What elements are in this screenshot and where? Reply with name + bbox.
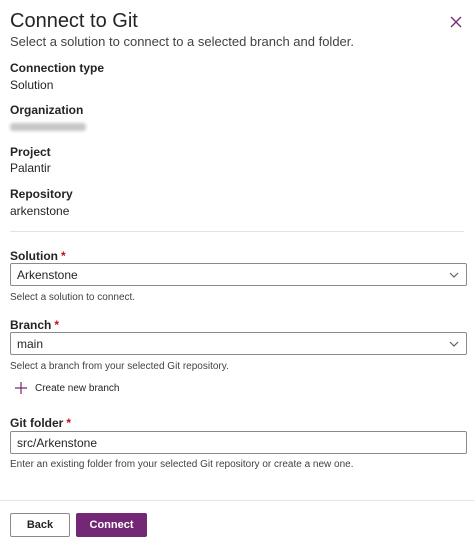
connect-button[interactable]: Connect — [76, 513, 147, 537]
required-marker: * — [54, 318, 60, 332]
plus-icon — [15, 382, 27, 394]
chevron-down-icon — [449, 341, 459, 347]
section-divider — [10, 231, 464, 232]
branch-selected-value: main — [17, 336, 44, 351]
create-new-branch-label: Create new branch — [35, 382, 120, 394]
close-button[interactable] — [447, 13, 465, 31]
branch-hint: Select a branch from your selected Git r… — [10, 361, 229, 372]
connection-type-label: Connection type — [10, 61, 105, 75]
repository-value: arkenstone — [10, 204, 70, 218]
git-folder-label: Git folder * — [10, 416, 72, 430]
required-marker: * — [66, 416, 72, 430]
connect-to-git-panel: Connect to Git Select a solution to conn… — [0, 0, 474, 545]
solution-dropdown[interactable]: Arkenstone — [10, 263, 467, 286]
git-folder-value: src/Arkenstone — [17, 435, 98, 450]
chevron-down-icon — [449, 272, 459, 278]
organization-label: Organization — [10, 103, 84, 117]
git-folder-input[interactable]: src/Arkenstone — [10, 431, 467, 454]
solution-selected-value: Arkenstone — [17, 267, 78, 282]
panel-subtitle: Select a solution to connect to a select… — [10, 34, 355, 49]
back-button[interactable]: Back — [10, 513, 70, 537]
solution-hint: Select a solution to connect. — [10, 292, 136, 303]
git-folder-hint: Enter an existing folder from your selec… — [10, 459, 354, 470]
panel-title: Connect to Git — [10, 10, 138, 32]
repository-label: Repository — [10, 187, 73, 201]
organization-value-redacted — [10, 123, 86, 131]
required-marker: * — [61, 249, 66, 263]
connection-type-value: Solution — [10, 78, 54, 92]
branch-label: Branch * — [10, 318, 60, 332]
footer-divider — [0, 500, 474, 501]
project-label: Project — [10, 145, 51, 159]
close-icon — [450, 16, 462, 28]
create-new-branch-button[interactable]: Create new branch — [14, 381, 120, 395]
project-value: Palantir — [10, 161, 51, 175]
solution-label: Solution * — [10, 249, 66, 263]
branch-dropdown[interactable]: main — [10, 332, 467, 355]
